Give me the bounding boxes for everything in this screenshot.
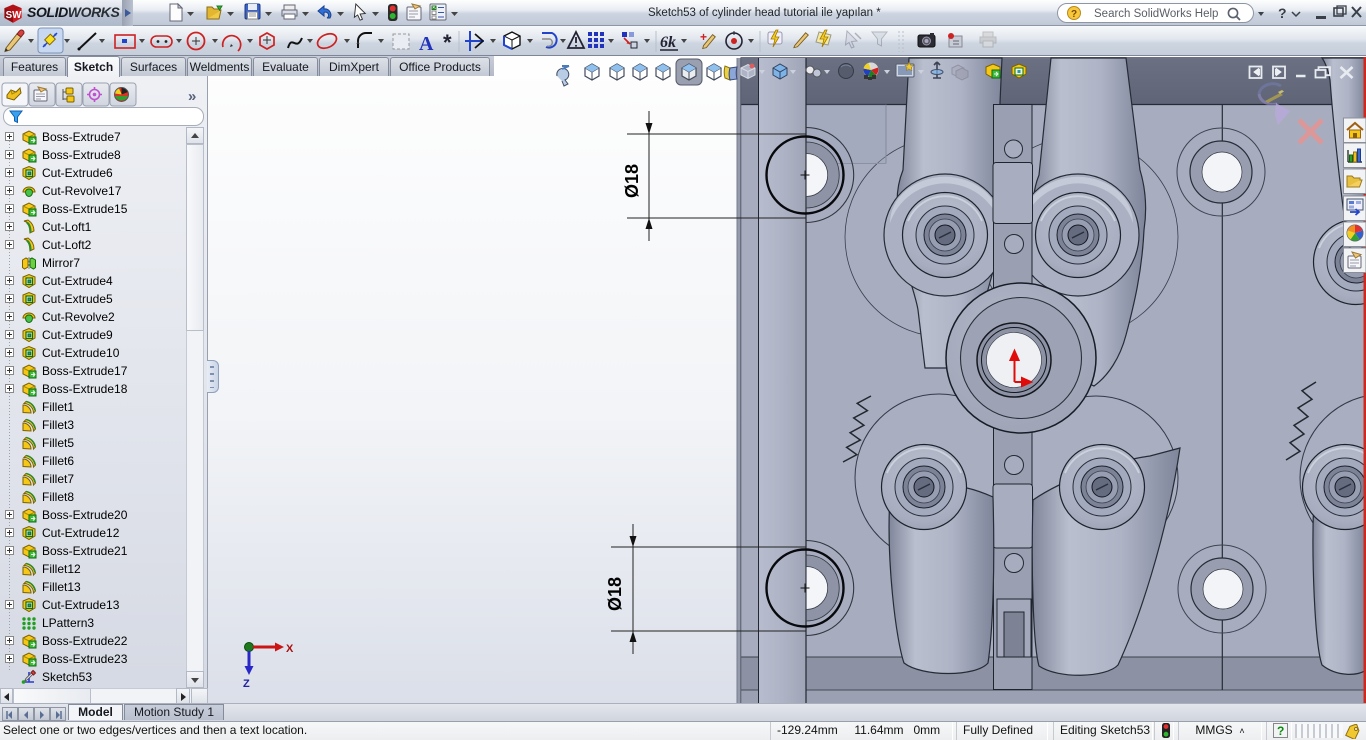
svg-text:X: X <box>286 643 294 655</box>
svg-text:6k: 6k <box>660 34 676 51</box>
svg-text:A: A <box>419 33 434 55</box>
svg-text:?: ? <box>1278 5 1287 21</box>
svg-text:Ø18: Ø18 <box>605 577 625 611</box>
svg-text:SW: SW <box>6 10 23 21</box>
svg-text:»: » <box>188 88 196 105</box>
svg-text:Ø18: Ø18 <box>622 164 642 198</box>
svg-text:*: * <box>443 30 452 55</box>
svg-text:?: ? <box>1277 724 1284 738</box>
svg-text:?: ? <box>1071 9 1077 20</box>
svg-text:Z: Z <box>243 678 250 690</box>
